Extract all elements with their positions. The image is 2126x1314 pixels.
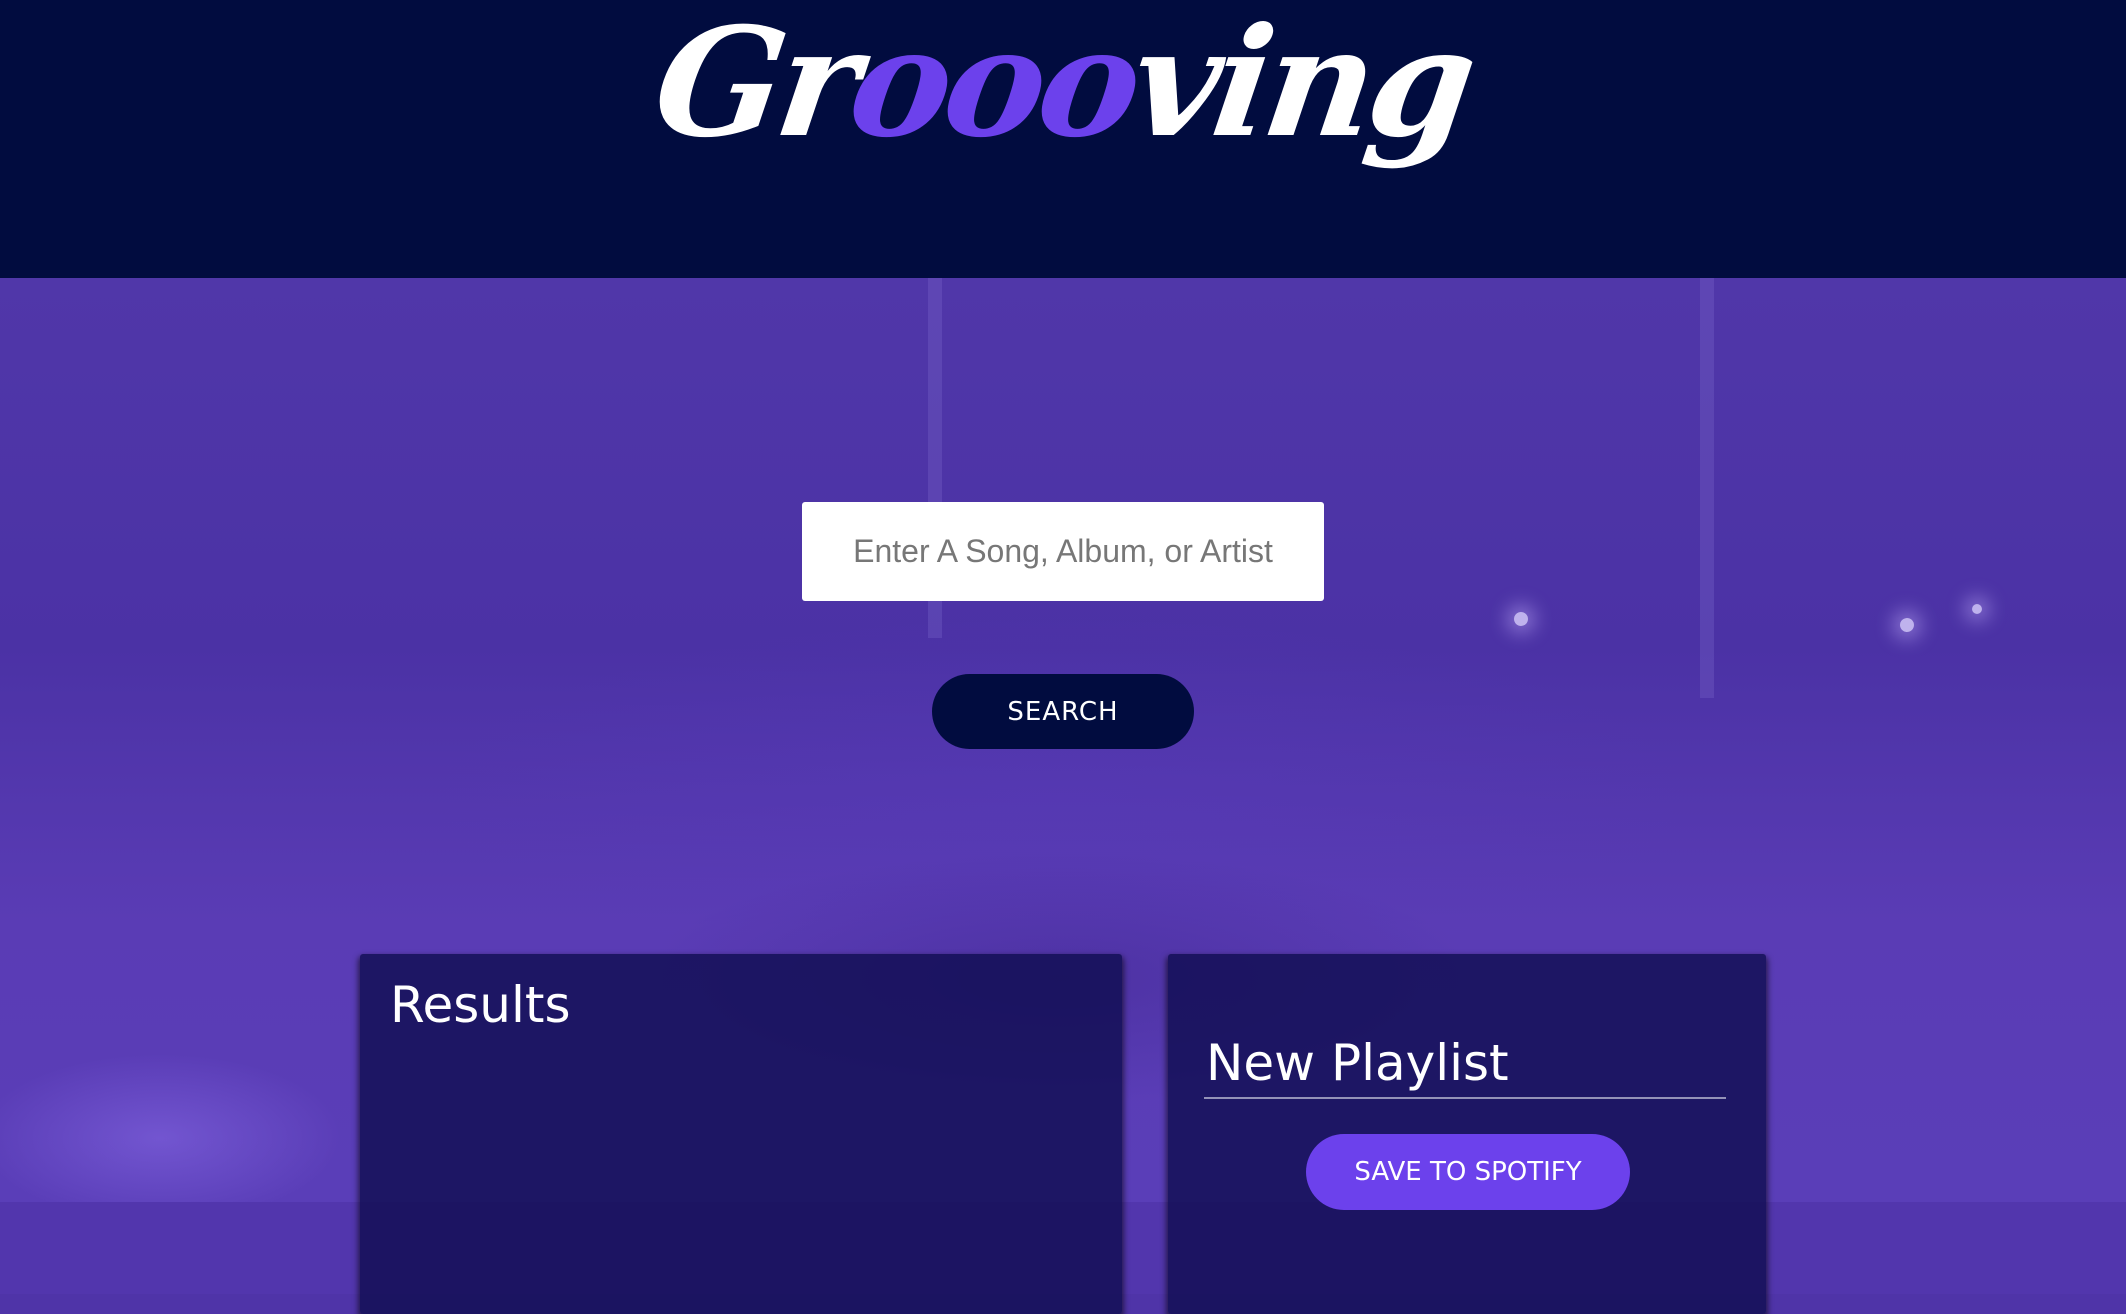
logo-prefix: Gr — [644, 0, 865, 171]
playlist-name-input[interactable] — [1204, 1029, 1726, 1099]
results-title: Results — [390, 976, 571, 1034]
playlist-panel: SAVE TO SPOTIFY — [1168, 954, 1766, 1314]
background-light — [1514, 612, 1528, 626]
app-logo: Groooving — [645, 0, 1481, 171]
search-button[interactable]: SEARCH — [932, 674, 1194, 749]
save-to-spotify-button[interactable]: SAVE TO SPOTIFY — [1306, 1134, 1630, 1210]
background-light — [1972, 604, 1982, 614]
site-header: Groooving — [0, 0, 2126, 278]
results-panel: Results — [360, 954, 1122, 1314]
logo-suffix: ving — [1122, 0, 1482, 171]
background-light — [1900, 618, 1914, 632]
logo-accent: ooo — [840, 0, 1147, 171]
background-pole — [1700, 278, 1714, 698]
search-input[interactable] — [802, 502, 1324, 601]
